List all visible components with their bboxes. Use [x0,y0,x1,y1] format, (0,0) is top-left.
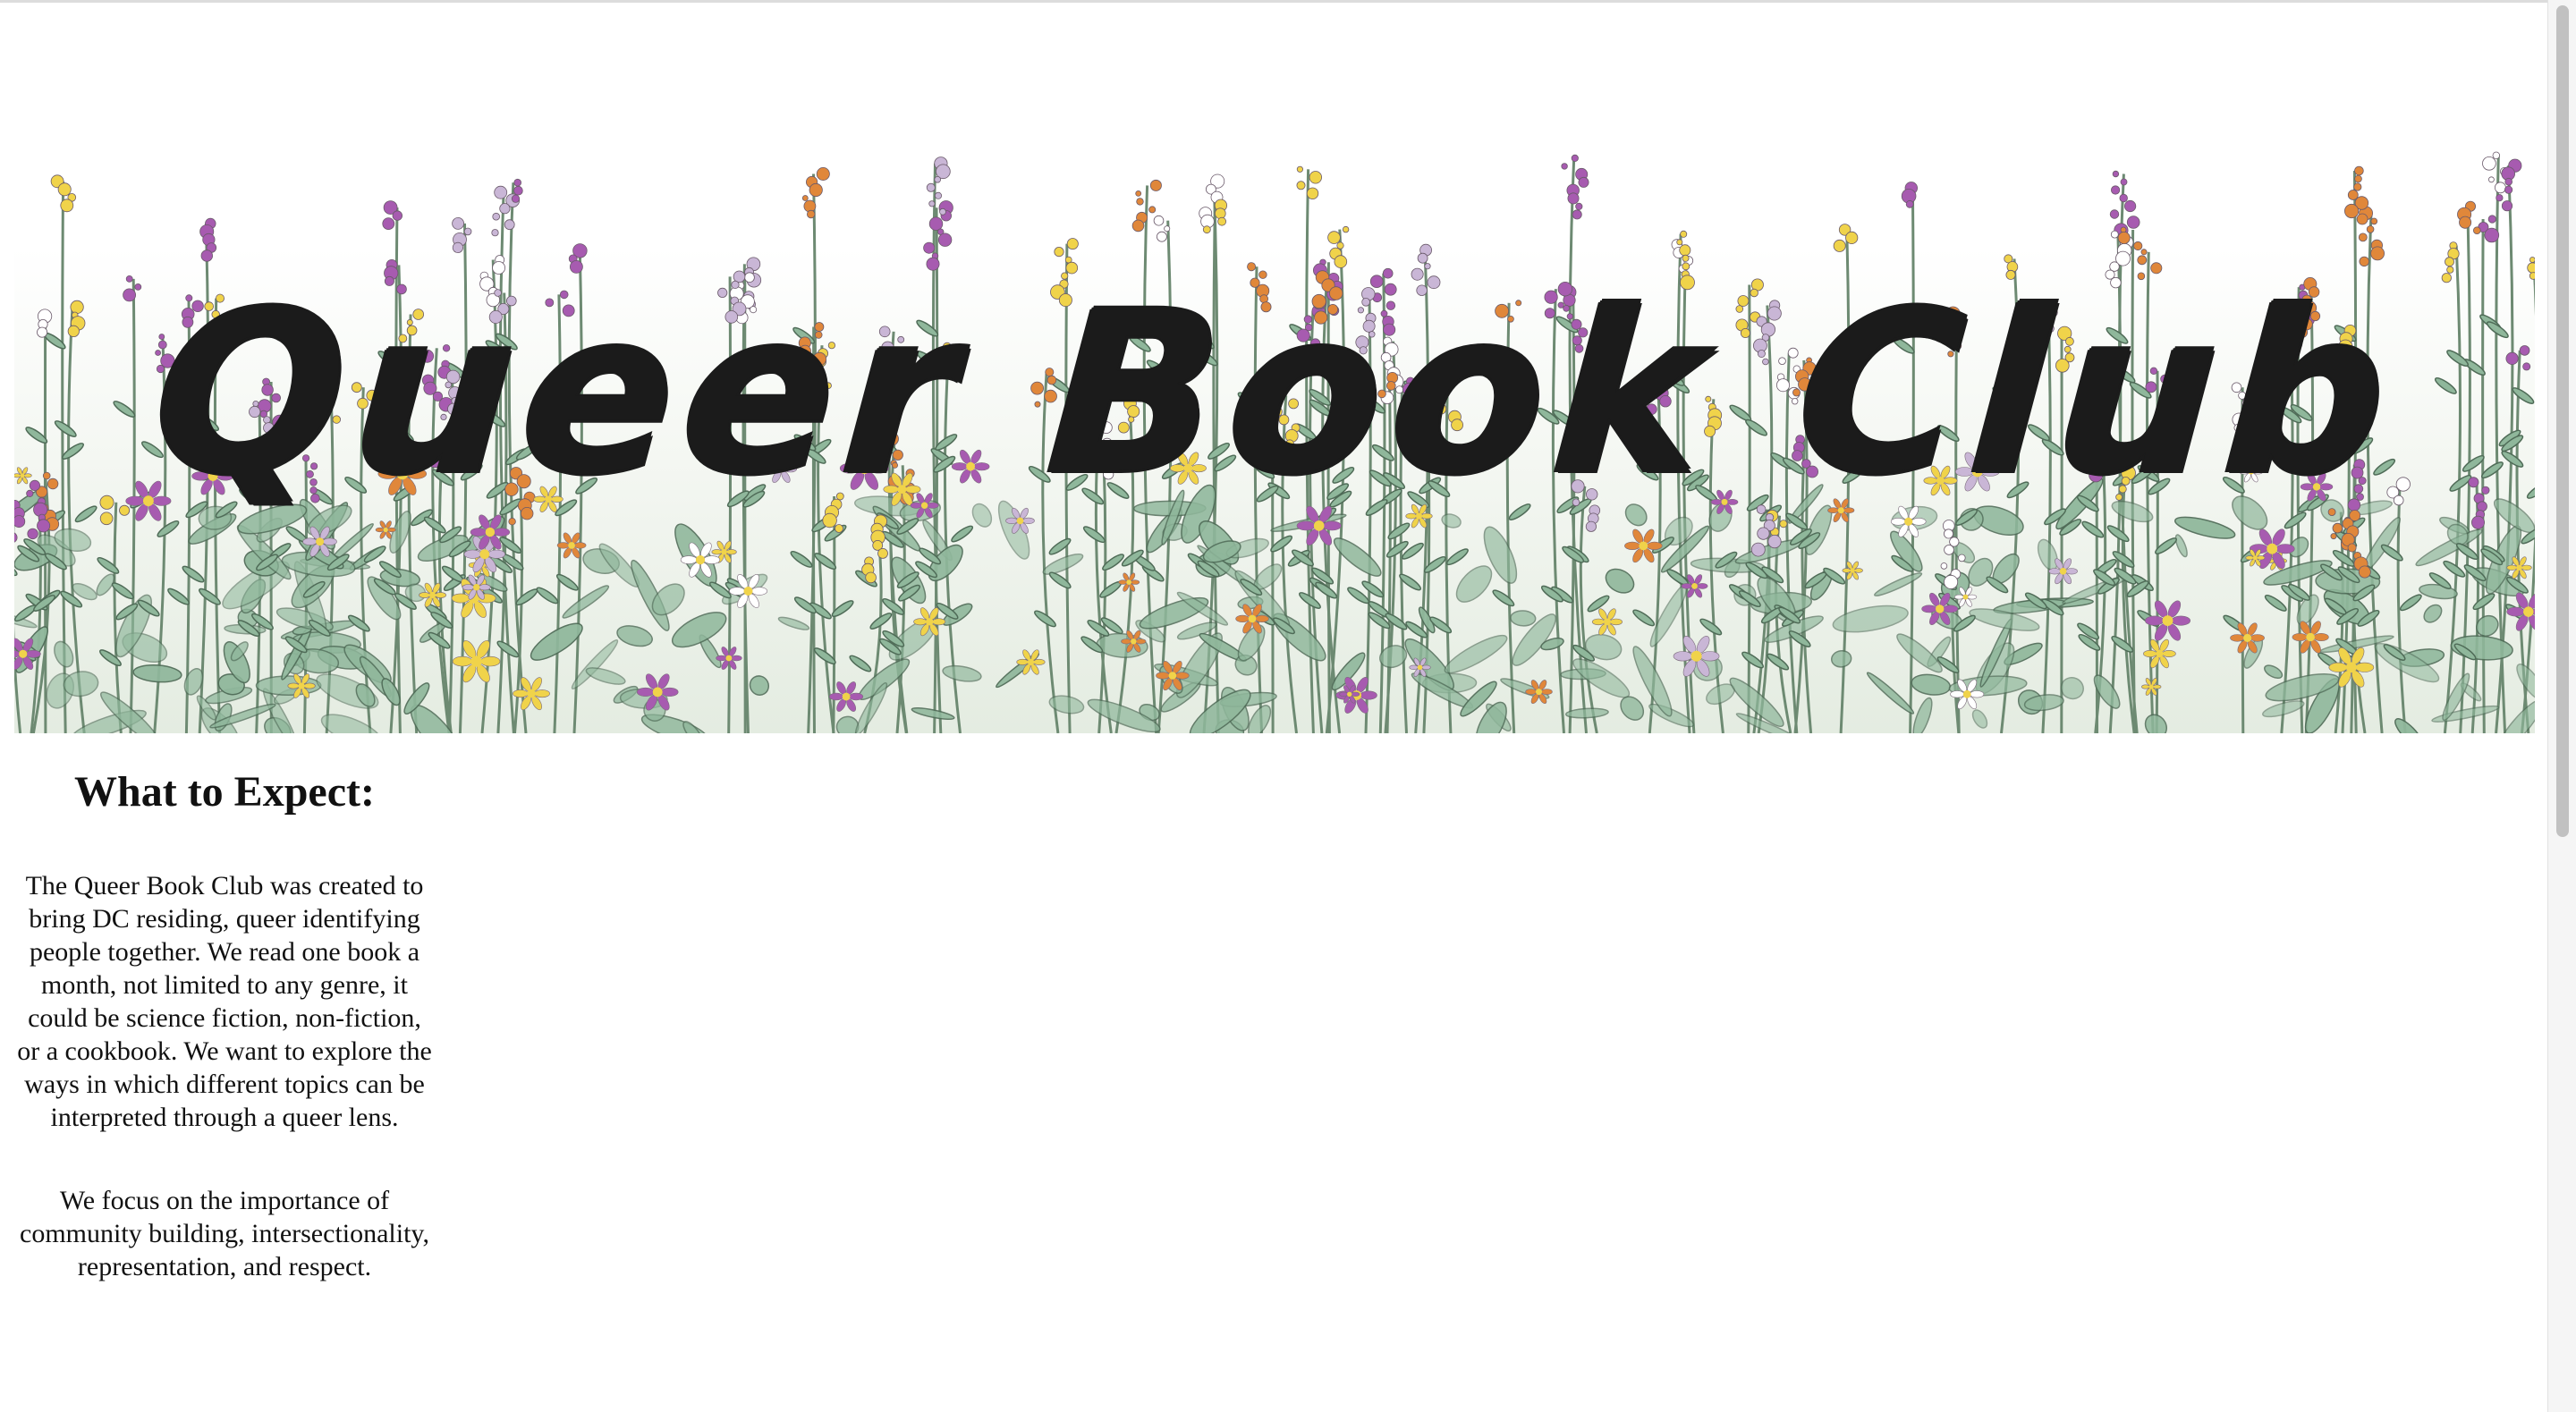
window-top-border [0,0,2576,3]
about-paragraph-intro: The Queer Book Club was created to bring… [17,871,432,1132]
about-paragraph-focus: We focus on the importance of community … [20,1186,429,1281]
site-title: Queer Book Club [146,263,2403,523]
what-to-expect-heading: What to Expect: [74,768,375,816]
hero-banner: Queer Book Club [14,125,2535,733]
what-to-expect-section: What to Expect: The Queer Book Club was … [14,733,435,1283]
vertical-scrollbar[interactable] [2547,0,2576,1412]
scrollbar-thumb[interactable] [2556,5,2569,837]
